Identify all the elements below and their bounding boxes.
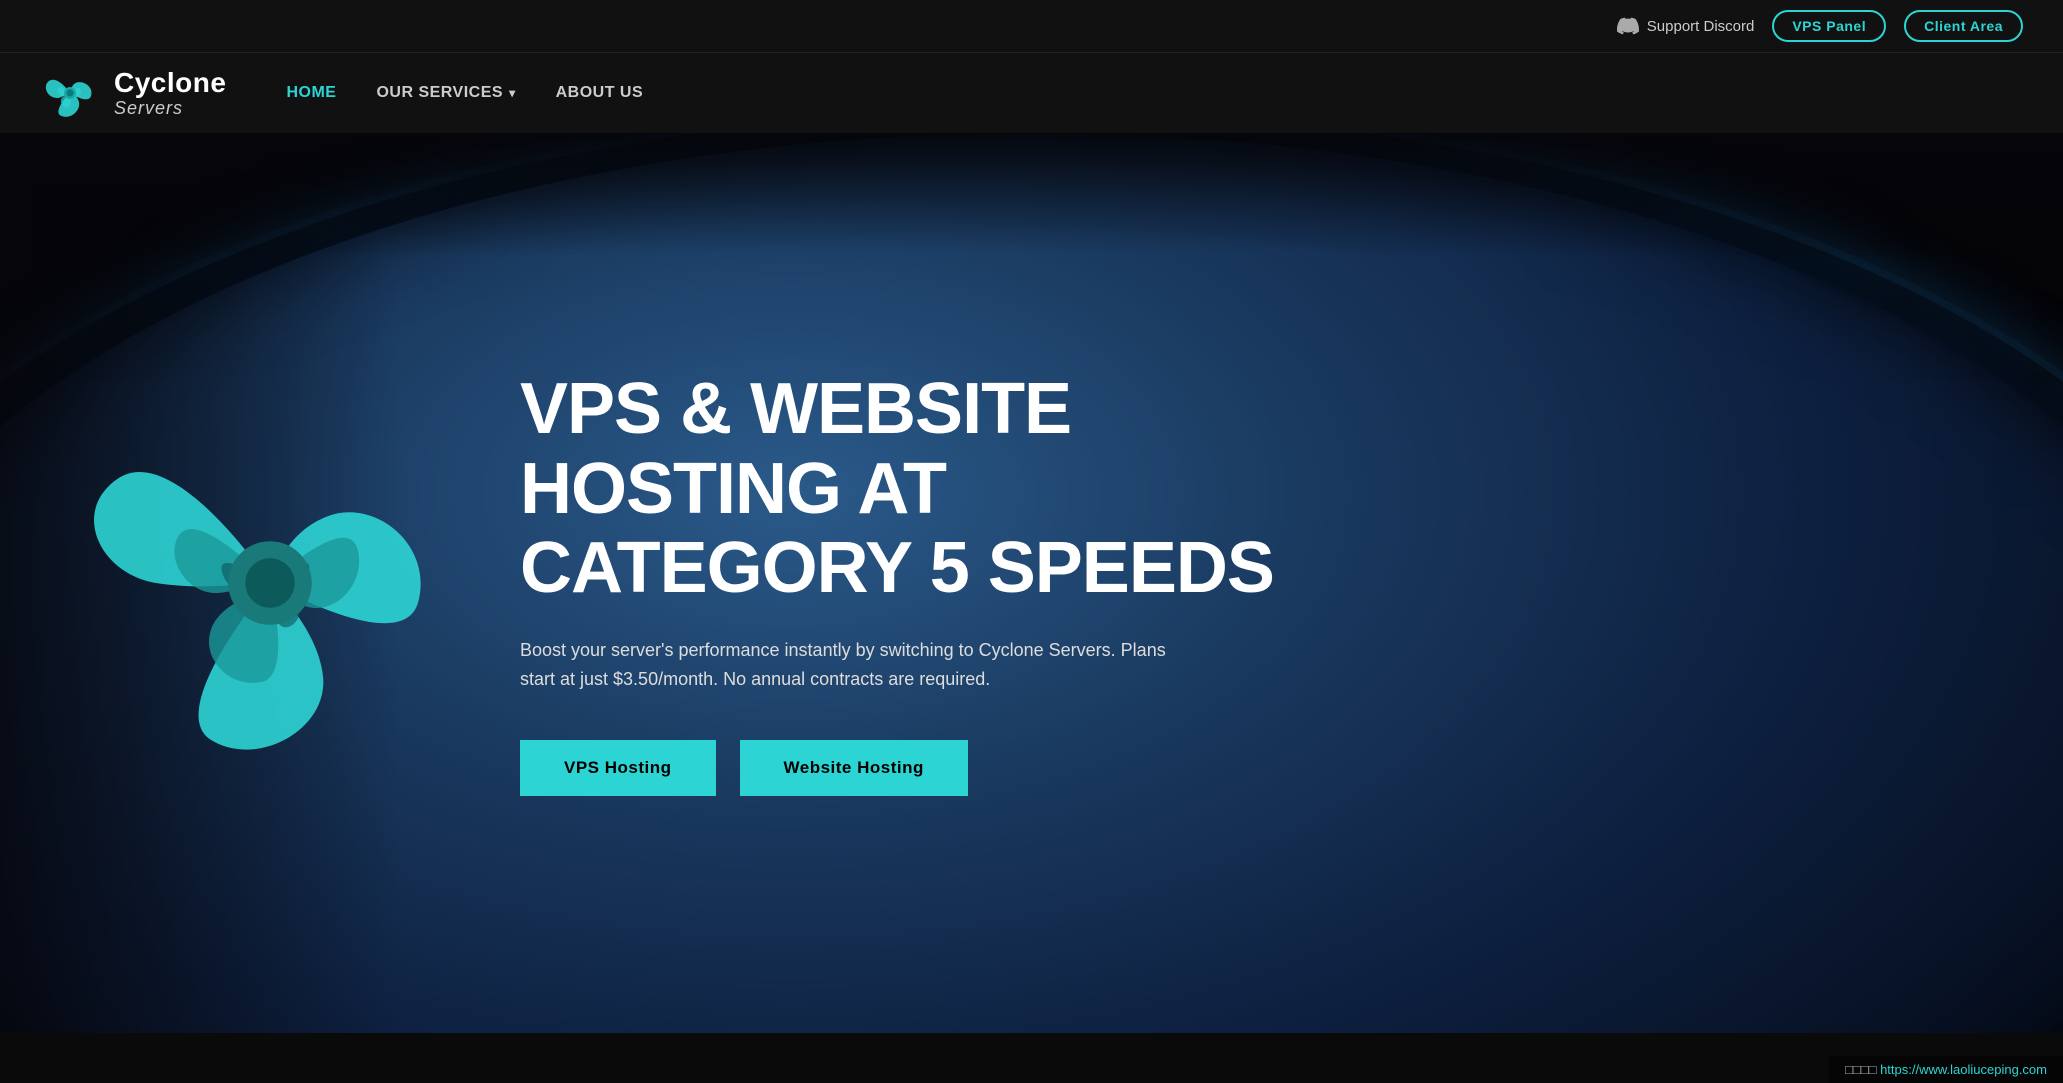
logo-text: Cyclone Servers: [114, 68, 226, 119]
hero-subtitle: Boost your server's performance instantl…: [520, 636, 1200, 694]
logo[interactable]: Cyclone Servers: [40, 63, 226, 123]
hero-text: VPS & WEBSITE HOSTING AT CATEGORY 5 SPEE…: [520, 370, 1320, 795]
vps-hosting-button[interactable]: VPS Hosting: [520, 740, 716, 796]
nav-home-link[interactable]: HOME: [286, 84, 336, 101]
support-discord-label: Support Discord: [1647, 18, 1755, 35]
footer-bar: □□□□ https://www.laoliuceping.com: [1829, 1056, 2063, 1083]
hero-section: VPS & WEBSITE HOSTING AT CATEGORY 5 SPEE…: [0, 133, 2063, 1033]
top-bar: Support Discord VPS Panel Client Area: [0, 0, 2063, 53]
nav-services[interactable]: OUR SERVICES ▾: [376, 84, 515, 102]
support-discord[interactable]: Support Discord: [1617, 15, 1755, 37]
main-nav: Cyclone Servers HOME OUR SERVICES ▾ ABOU…: [0, 53, 2063, 133]
logo-sub: Servers: [114, 99, 226, 119]
footer-url[interactable]: https://www.laoliuceping.com: [1880, 1062, 2047, 1077]
nav-home[interactable]: HOME: [286, 84, 336, 102]
hero-buttons: VPS Hosting Website Hosting: [520, 740, 1320, 796]
hero-cyclone-icon: [80, 393, 460, 773]
logo-icon: [40, 63, 100, 123]
client-area-button[interactable]: Client Area: [1904, 10, 2023, 42]
logo-name: Cyclone: [114, 68, 226, 99]
discord-icon: [1617, 15, 1639, 37]
footer-prefix: □□□□: [1845, 1062, 1876, 1077]
nav-links: HOME OUR SERVICES ▾ ABOUT US: [286, 84, 643, 102]
website-hosting-button[interactable]: Website Hosting: [740, 740, 968, 796]
nav-about[interactable]: ABOUT US: [556, 84, 644, 102]
hero-title: VPS & WEBSITE HOSTING AT CATEGORY 5 SPEE…: [520, 370, 1320, 608]
hero-content: VPS & WEBSITE HOSTING AT CATEGORY 5 SPEE…: [0, 370, 2063, 795]
nav-services-link[interactable]: OUR SERVICES ▾: [376, 84, 515, 102]
chevron-down-icon: ▾: [509, 86, 516, 100]
vps-panel-button[interactable]: VPS Panel: [1772, 10, 1886, 42]
nav-about-link[interactable]: ABOUT US: [556, 84, 644, 101]
